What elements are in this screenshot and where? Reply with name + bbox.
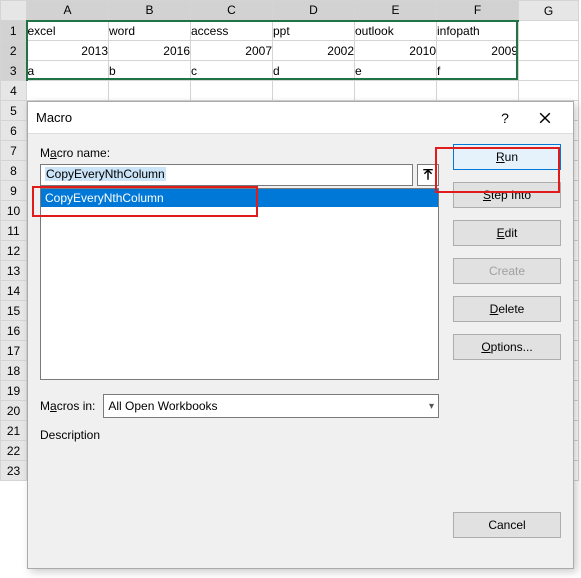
row-header[interactable]: 13 <box>1 261 27 281</box>
dialog-titlebar[interactable]: Macro ? <box>28 102 573 134</box>
cell[interactable]: 2002 <box>273 41 355 61</box>
macro-name-label: Macro name: <box>40 146 439 160</box>
row-header[interactable]: 14 <box>1 281 27 301</box>
cell[interactable] <box>355 81 437 101</box>
macro-name-input[interactable]: CopyEveryNthColumn <box>40 164 413 186</box>
cell[interactable] <box>273 81 355 101</box>
row-header[interactable]: 6 <box>1 121 27 141</box>
cell[interactable]: 2016 <box>109 41 191 61</box>
cell[interactable]: 2009 <box>437 41 519 61</box>
run-button[interactable]: Run <box>453 144 561 170</box>
row-header[interactable]: 7 <box>1 141 27 161</box>
row-header-1[interactable]: 1 <box>1 21 27 41</box>
row-header-2[interactable]: 2 <box>1 41 27 61</box>
cell[interactable]: b <box>109 61 191 81</box>
col-header-c[interactable]: C <box>191 1 273 21</box>
cell[interactable]: 2013 <box>27 41 109 61</box>
dialog-title: Macro <box>36 110 485 125</box>
cell[interactable]: 2007 <box>191 41 273 61</box>
cell[interactable] <box>519 21 579 41</box>
close-button[interactable] <box>525 104 565 132</box>
macro-list-item[interactable]: CopyEveryNthColumn <box>41 189 438 207</box>
select-all-corner[interactable] <box>1 1 27 21</box>
row-header[interactable]: 4 <box>1 81 27 101</box>
row-header[interactable]: 5 <box>1 101 27 121</box>
cell[interactable] <box>27 81 109 101</box>
col-header-g[interactable]: G <box>519 1 579 21</box>
cell[interactable]: infopath <box>437 21 519 41</box>
row-header[interactable]: 23 <box>1 461 27 481</box>
step-into-button[interactable]: Step Into <box>453 182 561 208</box>
col-header-b[interactable]: B <box>109 1 191 21</box>
chevron-down-icon: ▾ <box>429 401 434 412</box>
row-header-3[interactable]: 3 <box>1 61 27 81</box>
cell[interactable] <box>519 41 579 61</box>
row-header[interactable]: 12 <box>1 241 27 261</box>
cell[interactable] <box>109 81 191 101</box>
row-header[interactable]: 20 <box>1 401 27 421</box>
macros-in-label: Macros in: <box>40 399 95 413</box>
row-header[interactable]: 11 <box>1 221 27 241</box>
cell[interactable] <box>519 61 579 81</box>
cell[interactable]: d <box>273 61 355 81</box>
row-header[interactable]: 22 <box>1 441 27 461</box>
options-button[interactable]: Options... <box>453 334 561 360</box>
description-label: Description <box>40 428 439 442</box>
cell[interactable]: excel <box>27 21 109 41</box>
cell[interactable] <box>437 81 519 101</box>
cell[interactable]: access <box>191 21 273 41</box>
macros-in-select[interactable]: All Open Workbooks ▾ <box>103 394 439 418</box>
cell[interactable]: 2010 <box>355 41 437 61</box>
row-header[interactable]: 8 <box>1 161 27 181</box>
cell[interactable]: f <box>437 61 519 81</box>
cell[interactable]: word <box>109 21 191 41</box>
row-header[interactable]: 15 <box>1 301 27 321</box>
macros-in-value: All Open Workbooks <box>108 399 217 413</box>
delete-button[interactable]: Delete <box>453 296 561 322</box>
edit-button[interactable]: Edit <box>453 220 561 246</box>
close-icon <box>539 112 551 124</box>
macro-dialog: Macro ? Macro name: CopyEveryNthColumn C… <box>27 101 574 569</box>
collapse-dialog-button[interactable] <box>417 164 439 186</box>
cell[interactable]: c <box>191 61 273 81</box>
col-header-d[interactable]: D <box>273 1 355 21</box>
cell[interactable] <box>519 81 579 101</box>
row-header[interactable]: 21 <box>1 421 27 441</box>
cell[interactable]: a <box>27 61 109 81</box>
row-header[interactable]: 18 <box>1 361 27 381</box>
col-header-f[interactable]: F <box>437 1 519 21</box>
description-text <box>40 452 439 500</box>
create-button: Create <box>453 258 561 284</box>
cell[interactable]: outlook <box>355 21 437 41</box>
cell[interactable]: ppt <box>273 21 355 41</box>
cell[interactable]: e <box>355 61 437 81</box>
col-header-e[interactable]: E <box>355 1 437 21</box>
row-header[interactable]: 16 <box>1 321 27 341</box>
arrow-up-icon <box>422 169 434 181</box>
row-header[interactable]: 17 <box>1 341 27 361</box>
col-header-a[interactable]: A <box>27 1 109 21</box>
cell[interactable] <box>191 81 273 101</box>
row-header[interactable]: 9 <box>1 181 27 201</box>
row-header[interactable]: 10 <box>1 201 27 221</box>
help-button[interactable]: ? <box>485 104 525 132</box>
macro-listbox[interactable]: CopyEveryNthColumn <box>40 188 439 380</box>
row-header[interactable]: 19 <box>1 381 27 401</box>
cancel-button[interactable]: Cancel <box>453 512 561 538</box>
